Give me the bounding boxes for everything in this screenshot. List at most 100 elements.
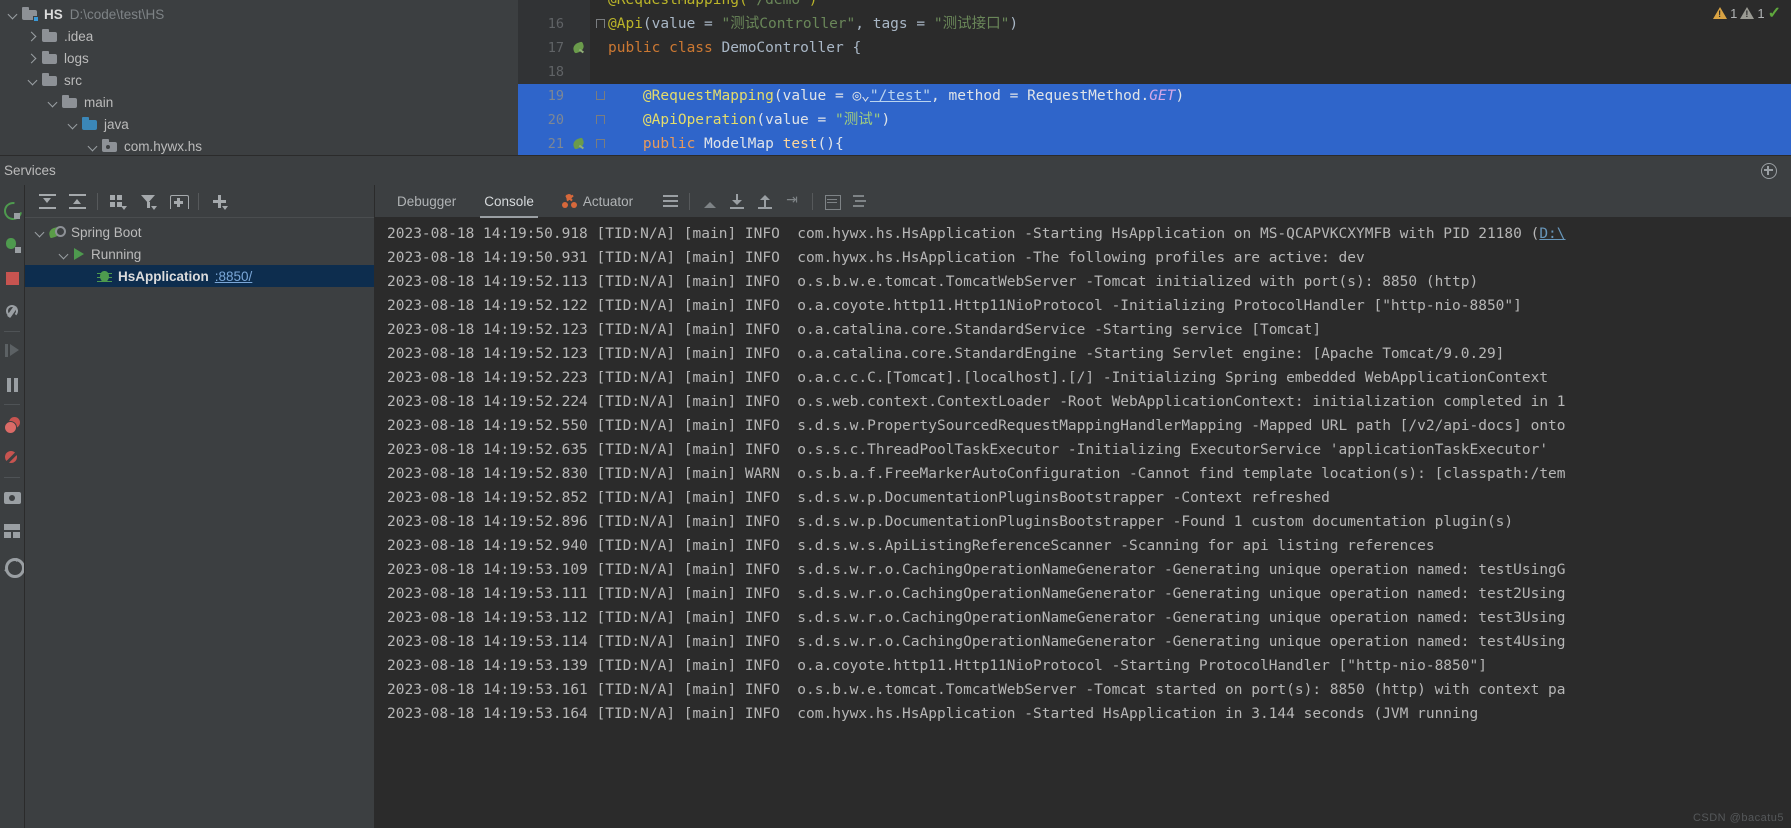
add-tab-icon[interactable] xyxy=(164,188,192,214)
console-log-line: 2023-08-18 14:19:53.114 [TID:N/A] [main]… xyxy=(375,630,1791,654)
services-tree-item-label: Spring Boot xyxy=(71,224,142,240)
code-line[interactable]: 20 @ApiOperation(value = "测试") xyxy=(518,108,1791,132)
stop-icon[interactable] xyxy=(0,261,24,295)
code-editor[interactable]: @RequestMapping("/demo") 16 @Api(value = "… xyxy=(518,0,1791,155)
print-icon[interactable] xyxy=(819,188,845,214)
console-log-line: 2023-08-18 14:19:52.852 [TID:N/A] [main]… xyxy=(375,486,1791,510)
divider xyxy=(4,331,20,332)
code-line[interactable]: 21 public ModelMap test(){ xyxy=(518,132,1791,155)
watermark: CSDN @bacatu5 xyxy=(1692,812,1784,824)
rerun-icon[interactable] xyxy=(0,193,24,227)
service-port-link[interactable]: :8850/ xyxy=(215,269,253,284)
services-tree-item[interactable]: HsApplication:8850/ xyxy=(25,265,374,287)
spring-bean-gutter-icon[interactable] xyxy=(572,41,586,55)
tab-console[interactable]: Console xyxy=(470,185,548,218)
debug-icon[interactable] xyxy=(0,227,24,261)
log-text: 2023-08-18 14:19:52.830 [TID:N/A] [main]… xyxy=(387,466,1566,482)
log-path-link[interactable]: D:\ xyxy=(1539,226,1565,242)
folder-icon xyxy=(42,29,58,43)
code-line[interactable]: 16 @Api(value = "测试Controller", tags = "测… xyxy=(518,12,1791,36)
chevron-down-icon[interactable] xyxy=(66,118,79,131)
project-tree-item[interactable]: .idea xyxy=(0,25,518,47)
collapse-all-icon[interactable] xyxy=(63,188,91,214)
tool-window-options-icon[interactable] xyxy=(1761,163,1777,179)
resume-program-icon[interactable] xyxy=(0,334,24,368)
expand-all-icon[interactable] xyxy=(33,188,61,214)
code-line[interactable]: 19 @RequestMapping(value = ◎⌄"/test", me… xyxy=(518,84,1791,108)
project-tree-item[interactable]: java xyxy=(0,113,518,135)
code-fold-icon[interactable] xyxy=(596,12,605,36)
pause-program-icon[interactable] xyxy=(0,368,24,402)
code-fold-icon[interactable] xyxy=(596,108,605,132)
project-tree-item[interactable]: HS D:\code\test\HS xyxy=(0,3,518,25)
chevron-down-icon[interactable] xyxy=(33,226,46,239)
chevron-down-icon[interactable] xyxy=(26,74,39,87)
wrench-icon[interactable] xyxy=(0,295,24,329)
no-chevron[interactable] xyxy=(81,270,94,283)
chevron-right-icon[interactable] xyxy=(26,30,39,43)
view-breakpoints-icon[interactable] xyxy=(0,407,24,441)
line-number: 21 xyxy=(547,136,564,152)
console-log-line: 2023-08-18 14:19:52.550 [TID:N/A] [main]… xyxy=(375,414,1791,438)
chevron-down-icon[interactable] xyxy=(57,248,70,261)
filter-icon[interactable] xyxy=(134,188,162,214)
add-service-icon[interactable] xyxy=(205,188,233,214)
spring-bean-gutter-icon[interactable] xyxy=(572,137,586,151)
soft-wrap-icon[interactable] xyxy=(657,188,683,214)
scroll-to-end-icon[interactable] xyxy=(724,188,750,214)
log-text: 2023-08-18 14:19:52.852 [TID:N/A] [main]… xyxy=(387,490,1330,506)
services-tree-item[interactable]: Running xyxy=(25,243,374,265)
divider xyxy=(4,477,20,478)
console-tab-bar: Debugger Console Actuator xyxy=(375,185,1791,218)
package-icon xyxy=(102,139,118,153)
inspections-ok-icon: ✓ xyxy=(1767,5,1781,22)
divider xyxy=(689,192,691,210)
code-fold-icon[interactable] xyxy=(596,132,605,155)
console-log-line: 2023-08-18 14:19:52.224 [TID:N/A] [main]… xyxy=(375,390,1791,414)
group-icon[interactable] xyxy=(104,188,132,214)
log-text: 2023-08-18 14:19:53.161 [TID:N/A] [main]… xyxy=(387,682,1566,698)
services-tree-item[interactable]: Spring Boot xyxy=(25,221,374,243)
services-panel: Spring Boot Running HsApplication:8850/ xyxy=(24,185,374,828)
console-log-line: 2023-08-18 14:19:52.122 [TID:N/A] [main]… xyxy=(375,294,1791,318)
code-text: @RequestMapping(value = ◎⌄"/test", metho… xyxy=(608,88,1185,104)
code-line[interactable]: 17 public class DemoController { xyxy=(518,36,1791,60)
settings-icon[interactable] xyxy=(0,548,25,582)
code-text: public ModelMap test(){ xyxy=(608,136,844,152)
scroll-up-icon[interactable] xyxy=(696,188,722,214)
layout-icon[interactable] xyxy=(0,514,24,548)
align-icon[interactable] xyxy=(847,188,873,214)
project-tree-item[interactable]: com.hywx.hs xyxy=(0,135,518,157)
inspection-widget[interactable]: 1 1 ✓ xyxy=(1713,3,1781,23)
tab-actuator[interactable]: Actuator xyxy=(548,185,647,218)
actuator-icon xyxy=(561,194,577,208)
log-text: 2023-08-18 14:19:52.940 [TID:N/A] [main]… xyxy=(387,538,1435,554)
project-tree-item[interactable]: main xyxy=(0,91,518,113)
tab-debugger[interactable]: Debugger xyxy=(383,185,470,218)
code-text: @Api(value = "测试Controller", tags = "测试接… xyxy=(608,16,1019,32)
code-text: @ApiOperation(value = "测试") xyxy=(608,112,891,128)
console-area: Debugger Console Actuator 2023-08-18 14:19… xyxy=(374,185,1791,828)
project-tree-item[interactable]: src xyxy=(0,69,518,91)
divider xyxy=(97,192,98,210)
log-text: 2023-08-18 14:19:52.635 [TID:N/A] [main]… xyxy=(387,442,1549,458)
console-log-line: 2023-08-18 14:19:52.896 [TID:N/A] [main]… xyxy=(375,510,1791,534)
camera-icon[interactable] xyxy=(0,480,24,514)
line-number: 19 xyxy=(547,88,564,104)
code-line[interactable]: @RequestMapping("/demo") xyxy=(518,0,1791,12)
chevron-down-icon[interactable] xyxy=(46,96,59,109)
console-output[interactable]: 2023-08-18 14:19:50.918 [TID:N/A] [main]… xyxy=(375,218,1791,828)
wrap-text-icon[interactable] xyxy=(780,188,806,214)
code-line[interactable]: 18 xyxy=(518,60,1791,84)
mute-breakpoints-icon[interactable] xyxy=(0,441,24,475)
chevron-down-icon[interactable] xyxy=(86,140,99,153)
project-tree-item-label: main xyxy=(84,94,114,110)
console-log-line: 2023-08-18 14:19:53.161 [TID:N/A] [main]… xyxy=(375,678,1791,702)
chevron-down-icon[interactable] xyxy=(6,8,19,21)
scroll-to-top-icon[interactable] xyxy=(752,188,778,214)
project-tree-item[interactable]: logs xyxy=(0,47,518,69)
chevron-right-icon[interactable] xyxy=(26,52,39,65)
code-fold-icon[interactable] xyxy=(596,84,605,108)
services-tree: Spring Boot Running HsApplication:8850/ xyxy=(25,218,374,287)
code-text: public class DemoController { xyxy=(608,40,862,56)
